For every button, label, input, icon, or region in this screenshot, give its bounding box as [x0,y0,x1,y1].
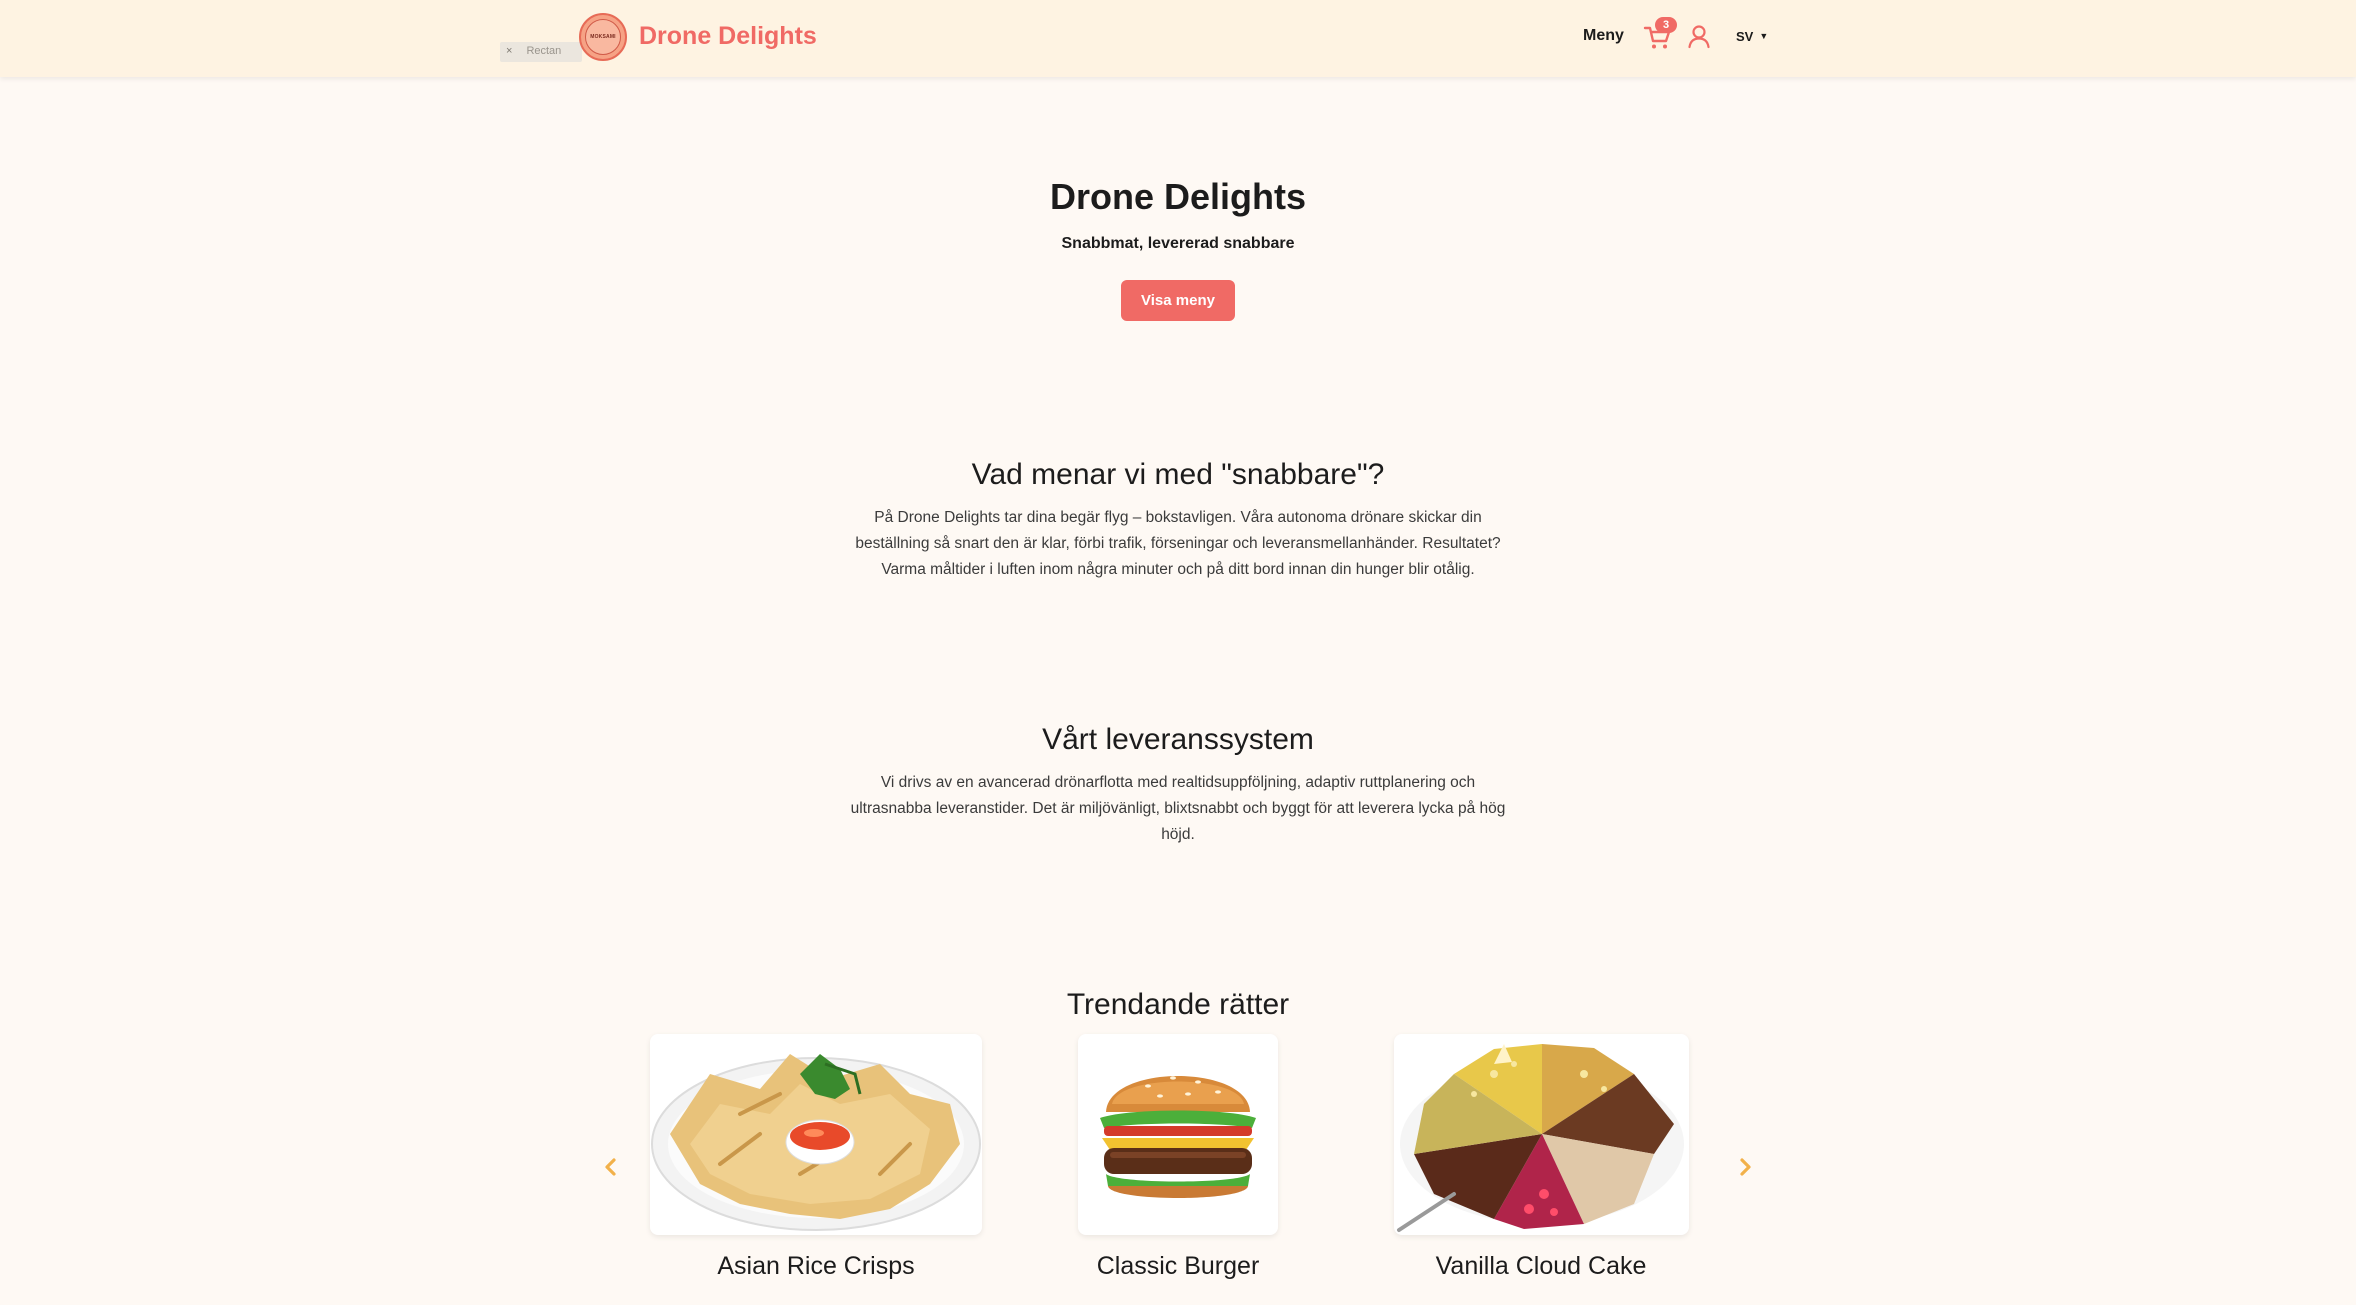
text-line: beställning så snart den är klar, förbi … [855,535,1501,552]
delivery-section-text: Vi drivs av en avancerad drönarflotta me… [778,770,1578,848]
delivery-section-title: Vårt leveranssystem [1042,723,1314,756]
user-icon[interactable] [1686,23,1712,49]
hero-title: Drone Delights [1049,176,1307,217]
carousel-next-icon[interactable] [1733,1155,1757,1179]
language-selector[interactable]: SV ▼ [1736,29,1768,44]
faster-section-title: Vad menar vi med "snabbare"? [971,458,1385,491]
logo-inner: MOKSAMI [585,19,621,55]
dish-name[interactable]: Asian Rice Crisps [650,1252,982,1281]
close-icon: × [506,45,513,57]
dish-card-cake[interactable] [1394,1034,1689,1235]
text-line: Vi drivs av en avancerad drönarflotta me… [880,774,1476,791]
dish-card-burger[interactable] [1078,1034,1278,1235]
dish-name[interactable]: Classic Burger [1028,1252,1328,1281]
text-line: På Drone Delights tar dina begär flyg – … [874,509,1482,526]
brand-title[interactable]: Drone Delights [639,22,817,51]
rectangle-tooltip: × Rectan [500,42,582,62]
nav-menu-link[interactable]: Meny [1583,27,1624,45]
burger-image [1100,1076,1256,1198]
text-line: höjd. [1161,826,1195,843]
text-line: ultrasnabba leveranstider. Det är miljöv… [850,800,1506,817]
trending-section-title: Trendande rätter [1066,988,1290,1021]
view-menu-button[interactable]: Visa meny [1121,280,1235,321]
dish-card-rice-crisps[interactable] [650,1034,982,1235]
dish-name[interactable]: Vanilla Cloud Cake [1391,1252,1691,1281]
hero-subtitle: Snabbmat, levererad snabbare [1061,235,1295,252]
cake-image [1397,1044,1684,1232]
cart-count-badge: 3 [1655,17,1677,33]
chevron-down-icon: ▼ [1759,31,1769,41]
faster-section-text: På Drone Delights tar dina begär flyg – … [778,505,1578,583]
top-navbar: × Rectan MOKSAMI Drone Delights Meny 3 SV… [0,0,2356,77]
carousel-prev-icon[interactable] [599,1155,623,1179]
rice-crisps-image [651,1054,981,1231]
text-line: Varma måltider i luften inom några minut… [881,561,1475,578]
logo-icon[interactable]: MOKSAMI [579,13,627,61]
